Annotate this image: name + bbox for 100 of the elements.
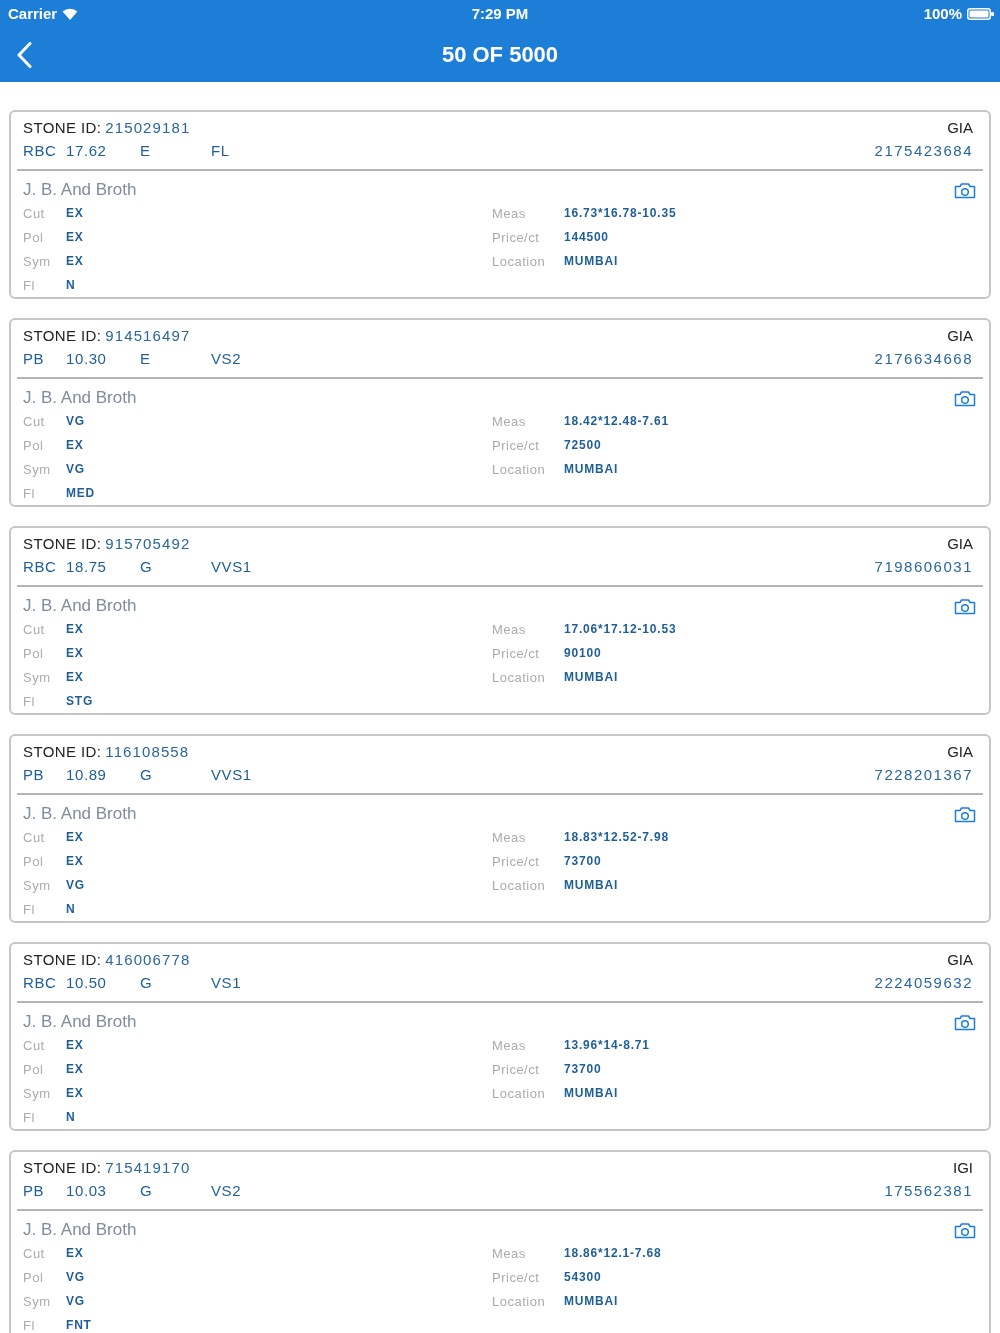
detail-label: Price/ct (492, 437, 541, 453)
stone-card[interactable]: STONE ID: 715419170 IGI PB 10.03 G VS2 175562381 J. B. And Broth Cut EX Pol VG Sym VG Fl FNT Meas 18.86*12.1-7.68 Price/ct 54300 Location MUMBAI (9, 1150, 991, 1333)
seller-name: J. B. And Broth (23, 1219, 137, 1241)
stone-id-label: STONE ID: (23, 118, 102, 138)
detail-value: 17.06*17.12-10.53 (564, 622, 677, 636)
seller-name: J. B. And Broth (23, 387, 137, 409)
back-chevron-icon[interactable] (17, 42, 32, 68)
battery-percent: 100% (923, 5, 962, 23)
detail-label: Meas (492, 1037, 527, 1053)
detail-value: MUMBAI (564, 254, 619, 268)
spec-value: 10.89 (66, 765, 107, 785)
detail-label: Pol (23, 1061, 45, 1077)
detail-label: Pol (23, 853, 45, 869)
detail-label: Cut (23, 205, 46, 221)
spec-value: VS2 (211, 349, 242, 369)
detail-label: Sym (23, 877, 52, 893)
stone-card[interactable]: STONE ID: 215029181 GIA RBC 17.62 E FL 2175423684 J. B. And Broth Cut EX Pol EX Sym EX Fl N Meas 16.73*16.78-10.35 Price/ct 144500 Location MUMBAI (9, 110, 991, 299)
stone-id-label: STONE ID: (23, 326, 102, 346)
spec-value: PB (23, 1181, 45, 1201)
spec-value: G (140, 973, 153, 993)
detail-value: EX (66, 670, 84, 684)
detail-label: Fl (23, 1317, 36, 1333)
detail-value: MUMBAI (564, 878, 619, 892)
detail-value: EX (66, 854, 84, 868)
detail-value: EX (66, 1062, 84, 1076)
detail-value: 73700 (564, 1062, 602, 1076)
detail-value: EX (66, 1246, 84, 1260)
detail-value: EX (66, 646, 84, 660)
detail-label: Pol (23, 229, 45, 245)
detail-value: N (66, 278, 76, 292)
detail-label: Fl (23, 901, 36, 917)
detail-value: MUMBAI (564, 1294, 619, 1308)
spec-value: RBC (23, 557, 57, 577)
detail-label: Fl (23, 277, 36, 293)
detail-label: Cut (23, 1245, 46, 1261)
detail-value: EX (66, 1086, 84, 1100)
detail-label: Cut (23, 829, 46, 845)
lab-name: GIA (947, 326, 973, 346)
report-number: 2175423684 (874, 141, 973, 161)
spec-value: 17.62 (66, 141, 107, 161)
detail-label: Pol (23, 437, 45, 453)
detail-label: Location (492, 253, 547, 269)
spec-value: FL (211, 141, 230, 161)
stone-card[interactable]: STONE ID: 116108558 GIA PB 10.89 G VVS1 7228201367 J. B. And Broth Cut EX Pol EX Sym VG Fl N Meas 18.83*12.52-7.98 Price/ct 73700 Location MUMBAI (9, 734, 991, 923)
lab-name: IGI (953, 1158, 973, 1178)
stone-card[interactable]: STONE ID: 914516497 GIA PB 10.30 E VS2 2176634668 J. B. And Broth Cut VG Pol EX Sym VG Fl MED Meas 18.42*12.48-7.61 Price/ct 72500 Location MUMBAI (9, 318, 991, 507)
camera-icon[interactable] (954, 597, 976, 615)
seller-name: J. B. And Broth (23, 1011, 137, 1033)
detail-label: Fl (23, 485, 36, 501)
detail-value: 16.73*16.78-10.35 (564, 206, 677, 220)
detail-value: 72500 (564, 438, 602, 452)
detail-value: 73700 (564, 854, 602, 868)
detail-label: Price/ct (492, 853, 541, 869)
detail-label: Price/ct (492, 1269, 541, 1285)
stone-card[interactable]: STONE ID: 416006778 GIA RBC 10.50 G VS1 2224059632 J. B. And Broth Cut EX Pol EX Sym EX Fl N Meas 13.96*14-8.71 Price/ct 73700 Location MUMBAI (9, 942, 991, 1131)
detail-label: Meas (492, 621, 527, 637)
wifi-icon (62, 8, 79, 20)
detail-value: EX (66, 230, 84, 244)
stone-id: 715419170 (105, 1158, 191, 1178)
detail-value: MED (66, 486, 96, 500)
detail-label: Location (492, 1293, 547, 1309)
detail-label: Meas (492, 1245, 527, 1261)
spec-value: G (140, 1181, 153, 1201)
detail-value: 13.96*14-8.71 (564, 1038, 650, 1052)
spec-value: PB (23, 765, 45, 785)
lab-name: GIA (947, 950, 973, 970)
stone-id: 914516497 (105, 326, 191, 346)
camera-icon[interactable] (954, 181, 976, 199)
camera-icon[interactable] (954, 1221, 976, 1239)
spec-value: 10.03 (66, 1181, 107, 1201)
detail-value: 18.42*12.48-7.61 (564, 414, 669, 428)
camera-icon[interactable] (954, 805, 976, 823)
detail-label: Price/ct (492, 1061, 541, 1077)
seller-name: J. B. And Broth (23, 595, 137, 617)
clock-time: 7:29 PM (471, 5, 529, 23)
camera-icon[interactable] (954, 1013, 976, 1031)
carrier-name: Carrier (8, 5, 58, 23)
detail-label: Sym (23, 1085, 52, 1101)
detail-value: MUMBAI (564, 670, 619, 684)
report-number: 7228201367 (874, 765, 973, 785)
detail-value: 18.83*12.52-7.98 (564, 830, 669, 844)
detail-label: Location (492, 461, 547, 477)
camera-icon[interactable] (954, 389, 976, 407)
report-number: 175562381 (884, 1181, 973, 1201)
seller-name: J. B. And Broth (23, 803, 137, 825)
detail-value: FNT (66, 1318, 92, 1332)
detail-label: Cut (23, 621, 46, 637)
spec-value: RBC (23, 141, 57, 161)
spec-value: G (140, 557, 153, 577)
stone-card[interactable]: STONE ID: 915705492 GIA RBC 18.75 G VVS1 7198606031 J. B. And Broth Cut EX Pol EX Sym EX Fl STG Meas 17.06*17.12-10.53 Price/ct 90100 Location MUMBAI (9, 526, 991, 715)
detail-label: Sym (23, 1293, 52, 1309)
detail-label: Sym (23, 253, 52, 269)
detail-value: VG (66, 1270, 85, 1284)
lab-name: GIA (947, 742, 973, 762)
detail-value: N (66, 902, 76, 916)
spec-value: 10.50 (66, 973, 107, 993)
stone-id: 215029181 (105, 118, 191, 138)
spec-value: 18.75 (66, 557, 107, 577)
detail-value: EX (66, 206, 84, 220)
detail-label: Cut (23, 413, 46, 429)
